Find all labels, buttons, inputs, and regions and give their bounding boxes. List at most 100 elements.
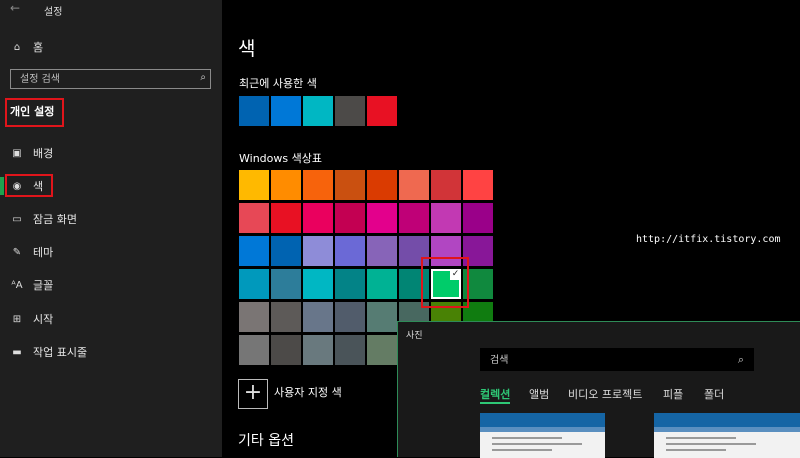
search-icon[interactable]: ⌕ bbox=[200, 72, 206, 83]
palette-color-swatch[interactable] bbox=[271, 269, 301, 299]
palette-color-swatch[interactable] bbox=[303, 302, 333, 332]
photos-window: 사진 ⌕ 컬렉션 앨범 비디오 프로젝트 피플 폴더 bbox=[397, 321, 800, 458]
tab-people[interactable]: 피플 bbox=[663, 386, 683, 402]
nav-taskbar[interactable]: ▬ 작업 표시줄 bbox=[0, 339, 222, 365]
taskbar-icon: ▬ bbox=[12, 346, 22, 358]
palette-color-swatch[interactable] bbox=[463, 203, 493, 233]
theme-icon: ✎ bbox=[12, 246, 22, 258]
thumbnail-header bbox=[480, 413, 605, 427]
thumbnail-header bbox=[654, 413, 800, 427]
recent-color-swatch[interactable] bbox=[335, 96, 365, 126]
palette-color-swatch[interactable] bbox=[271, 335, 301, 365]
palette-label: Windows 색상표 bbox=[239, 152, 322, 165]
photo-thumbnail[interactable] bbox=[654, 413, 800, 458]
palette-color-swatch[interactable] bbox=[367, 335, 397, 365]
thumbnail-text-line bbox=[492, 443, 582, 445]
tab-albums[interactable]: 앨범 bbox=[529, 386, 549, 402]
tab-folders[interactable]: 폴더 bbox=[704, 386, 724, 402]
nav-background[interactable]: ▣ 배경 bbox=[0, 140, 222, 166]
settings-sidebar: ← 설정 ⌂ 홈 ⌕ 개인 설정 ▣ 배경 ◉ 색 ▭ 잠금 화면 ✎ 테마 ᴬ… bbox=[0, 0, 222, 457]
thumbnail-subheader bbox=[480, 427, 605, 432]
custom-color-button[interactable]: + bbox=[238, 379, 268, 409]
palette-color-swatch[interactable] bbox=[239, 335, 269, 365]
recent-colors-label: 최근에 사용한 색 bbox=[239, 77, 317, 90]
palette-color-swatch[interactable] bbox=[335, 236, 365, 266]
palette-color-swatch[interactable] bbox=[335, 302, 365, 332]
palette-color-swatch[interactable] bbox=[271, 170, 301, 200]
start-icon: ⊞ bbox=[12, 313, 22, 325]
palette-color-swatch[interactable] bbox=[303, 335, 333, 365]
nav-fonts-label: 글꼴 bbox=[33, 279, 54, 292]
font-icon: ᴬA bbox=[11, 279, 23, 291]
palette-color-swatch[interactable] bbox=[399, 203, 429, 233]
thumbnail-text-line bbox=[666, 449, 726, 451]
nav-home-label: 홈 bbox=[33, 41, 44, 54]
title-bar: ← 설정 bbox=[0, 0, 222, 20]
palette-color-swatch[interactable] bbox=[335, 170, 365, 200]
nav-home[interactable]: ⌂ 홈 bbox=[0, 34, 222, 60]
palette-color-swatch[interactable] bbox=[271, 236, 301, 266]
settings-search-input[interactable] bbox=[11, 70, 200, 88]
nav-lock-screen[interactable]: ▭ 잠금 화면 bbox=[0, 206, 222, 232]
palette-color-swatch[interactable] bbox=[399, 170, 429, 200]
recent-color-swatch[interactable] bbox=[271, 96, 301, 126]
nav-start[interactable]: ⊞ 시작 bbox=[0, 306, 222, 332]
palette-color-swatch[interactable] bbox=[239, 269, 269, 299]
palette-color-swatch[interactable] bbox=[303, 269, 333, 299]
thumbnail-text-line bbox=[666, 443, 756, 445]
highlight-box-selected-color bbox=[421, 257, 469, 308]
window-title: 설정 bbox=[44, 7, 63, 18]
palette-color-swatch[interactable] bbox=[239, 302, 269, 332]
lock-screen-icon: ▭ bbox=[12, 213, 22, 225]
palette-color-swatch[interactable] bbox=[335, 269, 365, 299]
palette-color-swatch[interactable] bbox=[431, 170, 461, 200]
search-icon[interactable]: ⌕ bbox=[738, 353, 744, 367]
settings-search-box: ⌕ bbox=[10, 69, 211, 89]
other-options-heading: 기타 옵션 bbox=[238, 433, 294, 449]
palette-color-swatch[interactable] bbox=[271, 203, 301, 233]
photo-thumbnail[interactable] bbox=[480, 413, 605, 458]
nav-lock-screen-label: 잠금 화면 bbox=[33, 213, 77, 226]
palette-color-swatch[interactable] bbox=[463, 170, 493, 200]
palette-color-swatch[interactable] bbox=[303, 170, 333, 200]
nav-themes[interactable]: ✎ 테마 bbox=[0, 239, 222, 265]
palette-color-swatch[interactable] bbox=[367, 203, 397, 233]
photos-search-input[interactable] bbox=[480, 349, 730, 372]
home-icon: ⌂ bbox=[13, 41, 21, 53]
recent-color-swatch[interactable] bbox=[367, 96, 397, 126]
nav-fonts[interactable]: ᴬA 글꼴 bbox=[0, 272, 222, 298]
palette-color-swatch[interactable] bbox=[367, 236, 397, 266]
page-title: 색 bbox=[238, 38, 256, 60]
palette-color-swatch[interactable] bbox=[303, 236, 333, 266]
palette-color-swatch[interactable] bbox=[367, 269, 397, 299]
palette-color-swatch[interactable] bbox=[367, 170, 397, 200]
photos-search-box: ⌕ bbox=[480, 348, 754, 372]
recent-color-swatch[interactable] bbox=[303, 96, 333, 126]
palette-color-swatch[interactable] bbox=[431, 203, 461, 233]
thumbnail-text-line bbox=[492, 449, 552, 451]
palette-color-swatch[interactable] bbox=[239, 170, 269, 200]
picture-icon: ▣ bbox=[12, 147, 22, 159]
palette-color-swatch[interactable] bbox=[367, 302, 397, 332]
highlight-box-colors bbox=[5, 174, 53, 197]
nav-start-label: 시작 bbox=[33, 313, 54, 326]
tab-collection[interactable]: 컬렉션 bbox=[480, 386, 511, 404]
thumbnail-text-line bbox=[492, 437, 562, 439]
back-arrow-icon[interactable]: ← bbox=[10, 1, 20, 15]
thumbnail-text-line bbox=[666, 437, 736, 439]
photos-window-title: 사진 bbox=[406, 331, 423, 341]
palette-color-swatch[interactable] bbox=[335, 335, 365, 365]
palette-color-swatch[interactable] bbox=[335, 203, 365, 233]
palette-color-swatch[interactable] bbox=[239, 236, 269, 266]
highlight-box-personalization bbox=[5, 98, 64, 127]
watermark-url: http://itfix.tistory.com bbox=[636, 234, 781, 245]
custom-color-label[interactable]: 사용자 지정 색 bbox=[274, 384, 342, 400]
tab-video-projects[interactable]: 비디오 프로젝트 bbox=[568, 386, 642, 402]
recent-color-swatch[interactable] bbox=[239, 96, 269, 126]
nav-background-label: 배경 bbox=[33, 147, 54, 160]
nav-taskbar-label: 작업 표시줄 bbox=[33, 346, 88, 359]
palette-color-swatch[interactable] bbox=[271, 302, 301, 332]
palette-color-swatch[interactable] bbox=[303, 203, 333, 233]
palette-color-swatch[interactable] bbox=[239, 203, 269, 233]
thumbnail-subheader bbox=[654, 427, 800, 432]
